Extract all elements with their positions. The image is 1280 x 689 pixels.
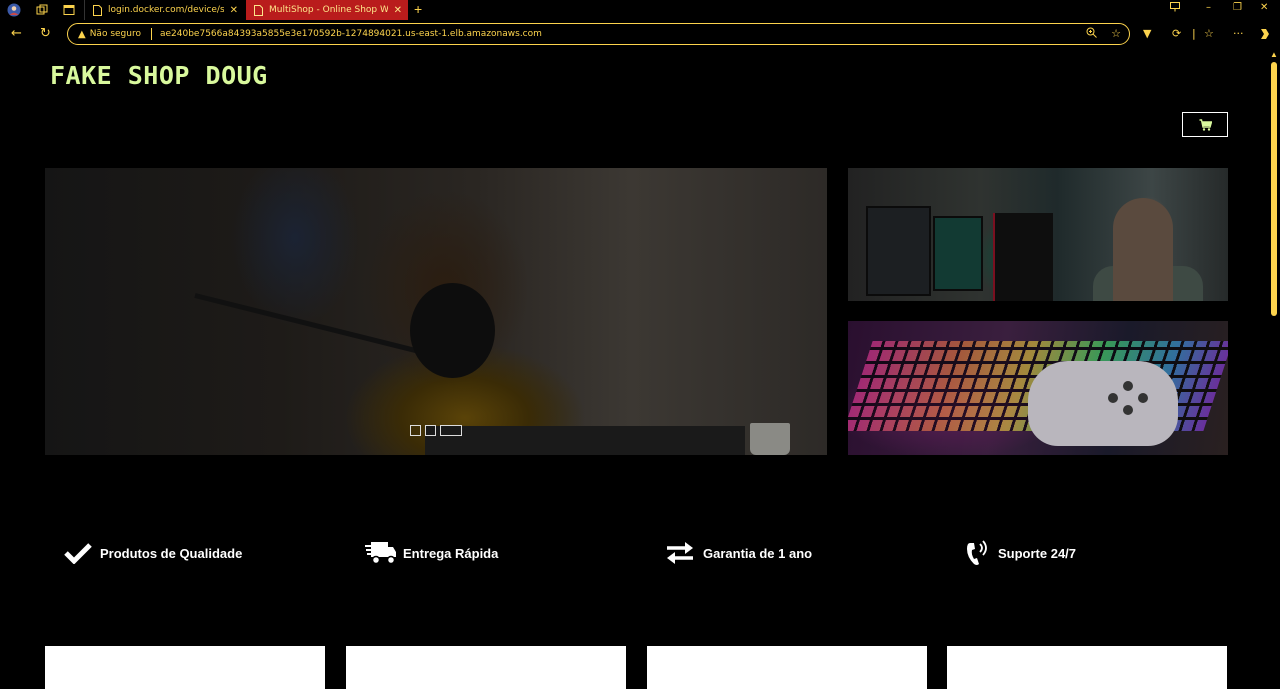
security-label[interactable]: Não seguro [90,29,141,39]
feature-delivery: Entrega Rápida [365,538,498,568]
decor [750,423,790,455]
more-icon[interactable]: ··· [1233,27,1244,40]
decor [993,213,1053,301]
exchange-icon [667,542,693,564]
page-icon [252,4,264,16]
site-logo[interactable]: FAKE SHOP DOUG [50,61,268,90]
warning-icon[interactable]: ▲ [78,29,86,40]
tab-label: login.docker.com/device/success [108,5,224,15]
minimize-icon[interactable]: – [1206,2,1211,13]
carousel-dot-active[interactable] [440,425,462,436]
cart-button[interactable] [1182,112,1228,137]
scroll-up-icon[interactable]: ▲ [1270,50,1278,59]
feature-warranty: Garantia de 1 ano [665,538,812,568]
close-icon[interactable]: ✕ [230,5,238,16]
plus-icon[interactable]: + [414,1,422,17]
feature-label: Garantia de 1 ano [703,545,813,561]
refresh-icon[interactable]: ↻ [40,26,51,41]
decor [933,216,983,291]
zoom-icon[interactable] [1086,27,1097,41]
product-card[interactable] [45,646,325,689]
profile-avatar-icon[interactable] [6,2,22,18]
tab-docker-login[interactable]: login.docker.com/device/success ✕ [84,0,244,20]
decor [1113,198,1173,301]
truck-icon [365,542,396,565]
feature-label: Produtos de Qualidade [100,545,243,561]
workspaces-icon[interactable] [34,2,50,18]
tab-label: MultiShop - Online Shop Website [269,5,388,15]
carousel-dot[interactable] [410,425,421,436]
url-text[interactable]: ae240be7566a84393a5855e3e170592b-1274894… [160,29,542,39]
page-content: FAKE SHOP DOUG Produtos de Qualidade Ent… [0,48,1268,689]
restore-icon[interactable]: ❐ [1233,2,1242,13]
decor [1123,405,1133,415]
product-card[interactable] [947,646,1227,689]
feedback-icon[interactable] [1170,2,1180,15]
decor [866,206,931,296]
side-banner-gaming-setup[interactable] [848,168,1228,301]
decor [1138,393,1148,403]
close-window-icon[interactable]: ✕ [1260,2,1268,13]
page-icon [91,4,103,16]
tab-multishop[interactable]: MultiShop - Online Shop Website ✕ [246,0,408,20]
decor [194,293,419,354]
browser-essentials-icon[interactable]: ⟳ [1172,27,1181,40]
copilot-icon[interactable] [1258,27,1272,44]
cart-icon [1199,118,1212,131]
scroll-thumb[interactable] [1271,62,1277,316]
tab-bar: login.docker.com/device/success ✕ MultiS… [0,0,1280,20]
decor [1123,381,1133,391]
decor [1108,393,1118,403]
features-row: Produtos de Qualidade Entrega Rápida Gar… [0,538,1268,568]
carousel-indicators [410,425,462,436]
feature-support: Suporte 24/7 [966,538,1076,568]
product-card[interactable] [346,646,626,689]
address-bar: ← ↻ ▲ Não seguro ae240be7566a84393a5855e… [0,20,1280,48]
feature-label: Suporte 24/7 [998,545,1077,561]
page-scrollbar[interactable]: ▲ [1268,48,1280,689]
toolbar-divider: | [1192,27,1196,40]
side-banner-controller[interactable] [848,321,1228,455]
hero-carousel-image[interactable] [45,168,827,455]
back-icon[interactable]: ← [11,26,22,41]
url-field[interactable]: ▲ Não seguro ae240be7566a84393a5855e3e17… [67,23,1130,45]
favorites-icon[interactable]: ☆ [1204,27,1214,40]
decor [425,426,745,455]
phone-volume-icon [967,540,987,565]
feature-quality: Produtos de Qualidade [64,538,242,568]
close-icon[interactable]: ✕ [394,5,402,16]
star-icon[interactable]: ☆ [1111,27,1121,41]
check-icon [64,543,92,564]
product-card[interactable] [647,646,927,689]
extension-icon[interactable]: ▼ [1143,27,1151,40]
vertical-tabs-icon[interactable] [61,2,77,18]
decor [410,283,495,378]
carousel-dot[interactable] [425,425,436,436]
divider [150,28,152,40]
decor [1028,361,1178,446]
feature-label: Entrega Rápida [403,545,499,561]
